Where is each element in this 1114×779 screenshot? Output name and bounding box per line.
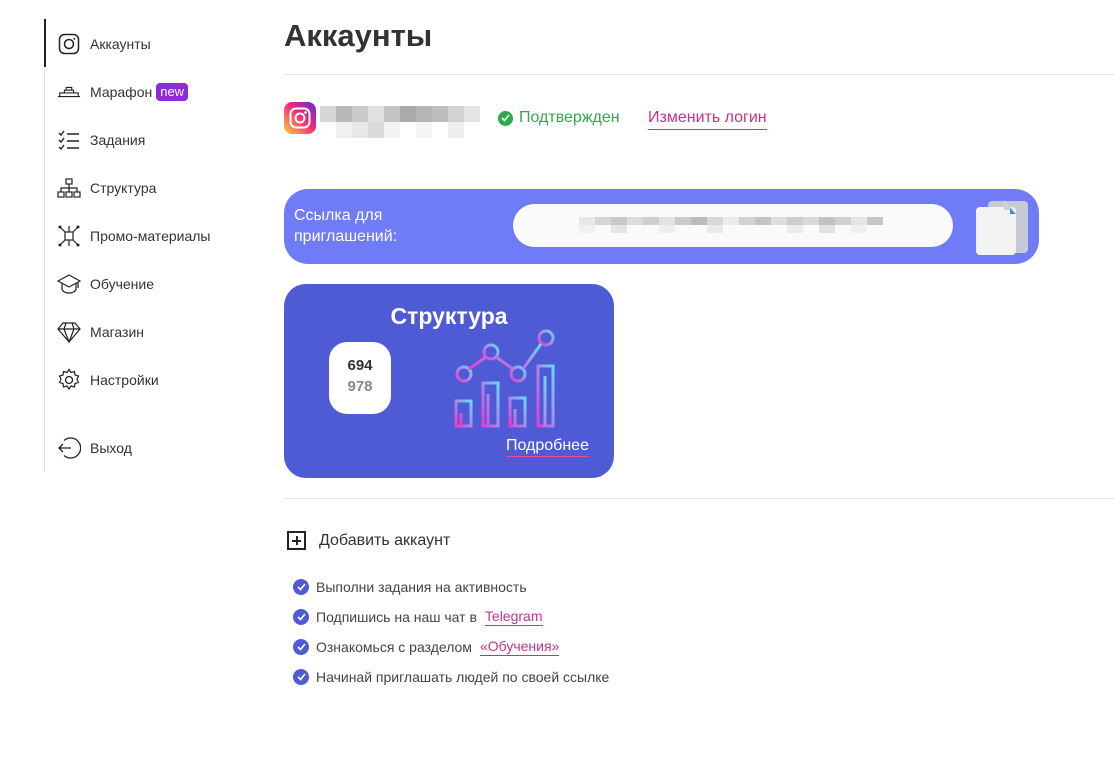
growth-chart-icon bbox=[454, 329, 555, 428]
diamond-icon bbox=[57, 320, 81, 344]
graduation-cap-icon bbox=[57, 272, 81, 296]
marathon-icon bbox=[57, 80, 81, 104]
verified-label: Подтвержден bbox=[519, 109, 620, 126]
task-list-icon bbox=[57, 128, 81, 152]
logout-icon bbox=[57, 436, 81, 460]
sidebar-item-label: Задания bbox=[90, 132, 146, 148]
structure-more-link[interactable]: Подробнее bbox=[506, 437, 589, 457]
sidebar-item-accounts[interactable]: Аккаунты bbox=[57, 30, 151, 58]
divider bbox=[284, 498, 1114, 499]
list-item: Выполни задания на активность bbox=[293, 572, 609, 602]
active-indicator bbox=[44, 19, 46, 67]
sidebar-item-learning[interactable]: Обучение bbox=[57, 270, 154, 298]
structure-count-secondary: 978 bbox=[347, 378, 373, 395]
divider bbox=[284, 74, 1114, 75]
sidebar-item-shop[interactable]: Магазин bbox=[57, 318, 144, 346]
sidebar: Аккаунты Марафон new Задания Структура П… bbox=[44, 19, 265, 472]
sidebar-item-logout[interactable]: Выход bbox=[57, 434, 132, 462]
invite-link-panel: Ссылка для приглашений: bbox=[284, 189, 1039, 264]
check-circle-icon bbox=[498, 110, 513, 126]
tip-text: Ознакомься с разделом bbox=[316, 639, 472, 655]
new-badge: new bbox=[156, 83, 189, 101]
list-item: Ознакомься с разделом «Обучения» bbox=[293, 632, 609, 662]
sidebar-item-label: Структура bbox=[90, 180, 157, 196]
invite-link-field[interactable] bbox=[513, 204, 953, 247]
network-icon bbox=[57, 224, 81, 248]
tip-text: Подпишись на наш чат в bbox=[316, 609, 477, 625]
change-login-link[interactable]: Изменить логин bbox=[648, 109, 767, 130]
list-item: Подпишись на наш чат в Telegram bbox=[293, 602, 609, 632]
sidebar-item-label: Настройки bbox=[90, 372, 159, 388]
learning-link[interactable]: «Обучения» bbox=[479, 638, 560, 656]
account-username-redacted bbox=[320, 106, 480, 138]
plus-square-icon bbox=[287, 531, 306, 550]
tip-text: Начинай приглашать людей по своей ссылке bbox=[316, 669, 610, 685]
hierarchy-icon bbox=[57, 176, 81, 200]
add-account-label: Добавить аккаунт bbox=[319, 531, 451, 549]
sidebar-item-settings[interactable]: Настройки bbox=[57, 366, 159, 394]
sidebar-item-label: Обучение bbox=[90, 276, 155, 292]
check-circle-icon bbox=[293, 669, 309, 685]
verified-status: Подтвержден bbox=[498, 109, 620, 127]
instagram-icon bbox=[57, 32, 81, 56]
copy-icon[interactable] bbox=[974, 198, 1030, 256]
sidebar-item-label: Выход bbox=[90, 440, 132, 456]
structure-stats: 694 978 bbox=[329, 342, 391, 414]
tip-text: Выполни задания на активность bbox=[316, 579, 527, 595]
structure-card: Структура 694 978 Подробнее bbox=[284, 284, 614, 478]
sidebar-item-marathon[interactable]: Марафон new bbox=[57, 78, 189, 106]
page-title: Аккаунты bbox=[284, 18, 433, 53]
sidebar-item-structure[interactable]: Структура bbox=[57, 174, 156, 202]
instagram-logo-icon bbox=[284, 102, 316, 134]
list-item: Начинай приглашать людей по своей ссылке bbox=[293, 662, 609, 692]
sidebar-item-label: Промо-материалы bbox=[90, 228, 211, 244]
sidebar-item-label: Аккаунты bbox=[90, 36, 151, 52]
sidebar-item-label: Магазин bbox=[90, 324, 145, 340]
sidebar-item-label: Марафон bbox=[90, 84, 153, 100]
sidebar-item-promo[interactable]: Промо-материалы bbox=[57, 222, 210, 250]
invite-link-label: Ссылка для приглашений: bbox=[294, 207, 398, 245]
telegram-link[interactable]: Telegram bbox=[484, 608, 543, 626]
structure-card-title: Структура bbox=[390, 303, 508, 329]
gear-icon bbox=[57, 368, 81, 392]
check-circle-icon bbox=[293, 609, 309, 625]
add-account-button[interactable]: Добавить аккаунт bbox=[287, 531, 450, 550]
sidebar-item-tasks[interactable]: Задания bbox=[57, 126, 145, 154]
structure-count-primary: 694 bbox=[347, 357, 373, 374]
invite-link-redacted bbox=[579, 217, 883, 233]
check-circle-icon bbox=[293, 639, 309, 655]
tips-list: Выполни задания на активность Подпишись … bbox=[293, 572, 609, 692]
check-circle-icon bbox=[293, 579, 309, 595]
